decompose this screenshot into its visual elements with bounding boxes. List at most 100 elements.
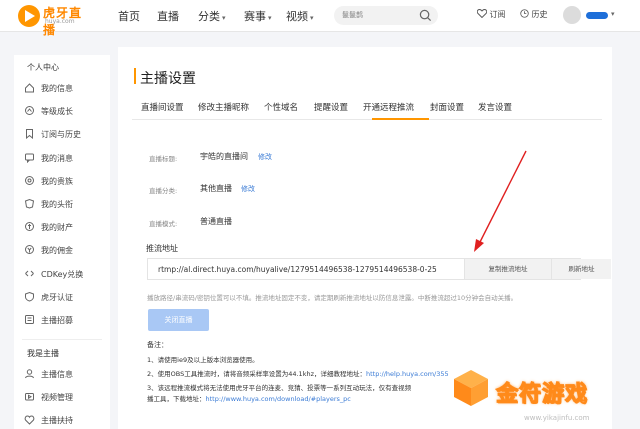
logo-play-icon — [18, 5, 40, 27]
sidebar-section-personal: 个人中心 — [27, 63, 59, 72]
history-link[interactable]: 历史 — [520, 9, 548, 20]
user-icon — [25, 369, 34, 379]
watermark-url: www.yikajinfu.com — [524, 414, 590, 422]
tab-cover-settings[interactable]: 封面设置 — [430, 101, 464, 113]
subscribe-link[interactable]: 订阅 — [476, 9, 506, 20]
sidebar-item-key[interactable]: CDKey兑换 — [24, 266, 108, 282]
avatar[interactable] — [563, 6, 581, 24]
notes-title: 备注： — [147, 341, 168, 349]
sidebar-item-support[interactable]: 主播扶持 — [24, 412, 108, 428]
push-url-text[interactable]: rtmp://al.direct.huya.com/huyalive/12795… — [158, 265, 458, 274]
push-warning-text: 播放路径/串流码/密钥位置可以不填。推流地址固定不变，请定期刷新推流地址以防信息… — [147, 294, 518, 302]
stream-mode-value: 普通直播 — [200, 217, 232, 226]
logo-subtext: huya.com — [45, 18, 75, 25]
watermark-cube-icon — [454, 370, 488, 406]
annotation-arrow-icon — [474, 150, 527, 252]
settings-tabs: 直播间设置 修改主播昵称 个性域名 提醒设置 开通远程推流 封面设置 发言设置 — [132, 94, 602, 120]
level-icon — [25, 106, 34, 116]
push-address-label: 推流地址 — [146, 244, 178, 253]
tab-chat-settings[interactable]: 发言设置 — [478, 101, 512, 113]
sidebar-item-label: 主播扶持 — [41, 416, 73, 425]
sidebar-item-user[interactable]: 主播信息 — [24, 366, 108, 382]
note-text: 2、使用OBS工具推流时，请将音频采样率设置为44.1khz，详细教程地址： — [147, 370, 366, 378]
search-input[interactable]: 鬣鬣鹊 — [334, 6, 438, 25]
edit-category-link[interactable]: 修改 — [241, 184, 255, 194]
sidebar-item-noble[interactable]: 我的贵族 — [24, 173, 108, 189]
obs-help-link[interactable]: http://help.huya.com/355 — [366, 370, 449, 378]
sidebar-item-label: 我的信息 — [41, 84, 73, 93]
sidebar-section-anchor: 我是主播 — [27, 349, 59, 358]
note-text: 1、请使用ie9及以上版本浏览器使用。 — [147, 356, 259, 364]
huya-logo[interactable]: 虎牙直播 huya.com — [18, 4, 90, 37]
sidebar-item-recruit[interactable]: 主播招募 — [24, 312, 108, 328]
heart-icon — [476, 9, 488, 19]
wallet-icon — [25, 222, 34, 232]
tab-change-nickname[interactable]: 修改主播昵称 — [198, 101, 249, 113]
tab-custom-domain[interactable]: 个性域名 — [264, 101, 298, 113]
sidebar-item-home[interactable]: 我的信息 — [24, 80, 108, 96]
message-icon — [25, 153, 34, 163]
stream-category-value: 其他直播 — [200, 184, 232, 193]
nav-video-label: 视频 — [286, 10, 308, 23]
watermark-text: 金符游戏 — [495, 382, 589, 408]
support-icon — [24, 415, 35, 425]
note-text: 播工具，下载地址： — [147, 395, 206, 403]
sidebar-item-video[interactable]: 视频管理 — [24, 389, 108, 405]
stream-category-label: 直播分类: — [149, 187, 178, 195]
sidebar-item-label: 订阅与历史 — [41, 130, 81, 140]
verify-icon — [25, 291, 34, 302]
sidebar-item-verify[interactable]: 虎牙认证 — [24, 289, 108, 305]
refresh-url-button[interactable]: 刷新地址 — [551, 259, 611, 279]
nav-home[interactable]: 首页 — [118, 8, 140, 24]
nav-events-label: 赛事 — [244, 10, 266, 23]
stream-title-label: 直播标题: — [149, 155, 178, 163]
history-label: 历史 — [531, 10, 548, 19]
tab-remote-push[interactable]: 开通远程推流 — [363, 101, 414, 113]
nav-live[interactable]: 直播 — [157, 8, 179, 24]
sidebar-item-label: 我的消息 — [41, 153, 73, 163]
tab-reminder-settings[interactable]: 提醒设置 — [314, 101, 348, 113]
title-accent-bar — [134, 68, 136, 84]
top-nav-bar: 虎牙直播 huya.com 首页 直播 分类 ▾ 赛事 ▾ 视频 ▾ 鬣鬣鹊 订阅 历… — [0, 0, 640, 37]
bookmark-icon — [26, 129, 33, 140]
sidebar-item-title-badge[interactable]: 我的头衔 — [24, 196, 108, 212]
nav-events[interactable]: 赛事 ▾ — [244, 8, 272, 24]
note-item: 播工具，下载地址：http://www.huya.com/download/#p… — [147, 393, 351, 403]
note-text: 3、该远程推流模式将无法使用虎牙平台的连麦、竞猜、投票等一系列互动玩法，仅有查视… — [147, 384, 412, 392]
sidebar-item-level[interactable]: 等级成长 — [24, 103, 108, 119]
chevron-down-icon[interactable]: ▾ — [611, 10, 615, 18]
stream-mode-label: 直播模式: — [149, 220, 178, 228]
sidebar-item-label: 主播信息 — [41, 370, 73, 379]
push-address-field[interactable]: rtmp://al.direct.huya.com/huyalive/12795… — [147, 258, 611, 280]
sidebar-item-label: 我的佣金 — [41, 246, 73, 256]
search-icon[interactable] — [419, 9, 432, 22]
copy-push-url-button[interactable]: 复制推流地址 — [464, 259, 551, 279]
nav-video[interactable]: 视频 ▾ — [286, 8, 314, 24]
user-level-badge — [586, 12, 608, 19]
coin-icon — [25, 245, 34, 255]
sidebar-item-label: 我的财产 — [41, 223, 73, 233]
sidebar-item-bookmark[interactable]: 订阅与历史 — [24, 126, 108, 142]
search-placeholder: 鬣鬣鹊 — [342, 11, 363, 19]
sidebar-item-coin[interactable]: 我的佣金 — [24, 242, 108, 258]
home-icon — [25, 83, 34, 93]
chevron-down-icon: ▾ — [268, 14, 272, 22]
tab-room-settings[interactable]: 直播间设置 — [141, 101, 184, 113]
close-stream-button[interactable]: 关闭直播 — [148, 309, 209, 331]
sidebar-item-label: CDKey兑换 — [41, 269, 84, 279]
sidebar-item-label: 主播招募 — [41, 316, 73, 325]
sidebar-item-label: 我的头衔 — [41, 200, 73, 209]
note-item: 3、该远程推流模式将无法使用虎牙平台的连麦、竞猜、投票等一系列互动玩法，仅有查视… — [147, 382, 411, 392]
sidebar-item-wallet[interactable]: 我的财产 — [24, 219, 108, 235]
page-title: 主播设置 — [140, 71, 196, 87]
nav-category-label: 分类 — [198, 10, 220, 23]
edit-title-link[interactable]: 修改 — [258, 152, 272, 162]
download-link[interactable]: http://www.huya.com/download/#players_pc — [206, 395, 351, 403]
note-item: 1、请使用ie9及以上版本浏览器使用。 — [147, 354, 259, 364]
clock-icon — [520, 9, 529, 18]
sidebar-item-message[interactable]: 我的消息 — [24, 150, 108, 166]
video-icon — [25, 393, 34, 401]
key-icon — [25, 270, 34, 276]
nav-category[interactable]: 分类 ▾ — [198, 8, 226, 24]
stream-title-value: 宇皓的直播间 — [200, 152, 248, 161]
